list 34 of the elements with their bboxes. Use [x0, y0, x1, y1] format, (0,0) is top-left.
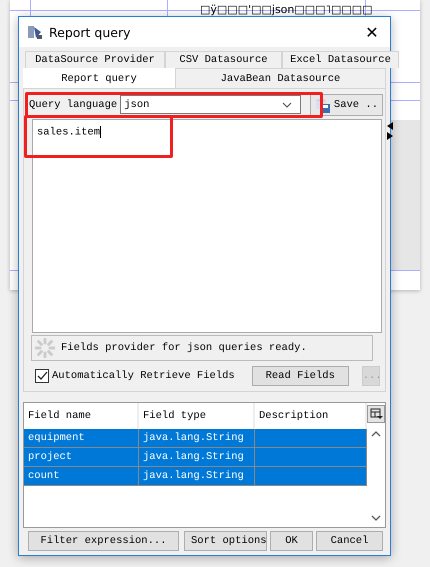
tab[interactable]: Excel Datasource	[282, 51, 399, 68]
dialog-button[interactable]: Filter expression...	[28, 531, 179, 551]
query-language-dropdown[interactable]: json	[120, 95, 301, 114]
dialog-button[interactable]: Cancel	[316, 531, 383, 551]
tab[interactable]: CSV Datasource	[165, 51, 282, 68]
table-cell: count	[24, 467, 139, 485]
tab[interactable]: JavaBean Datasource	[175, 68, 386, 88]
floppy-disk-icon	[314, 96, 331, 112]
table-cell: java.lang.String	[139, 467, 255, 485]
spinner-icon	[35, 338, 55, 358]
table-cell: equipment	[24, 429, 139, 447]
tab[interactable]: Report query	[23, 68, 175, 88]
tab[interactable]: DataSource Provider	[25, 51, 165, 68]
query-text: sales.item	[37, 126, 100, 139]
table-cell: project	[24, 448, 139, 466]
dialog-button[interactable]: OK	[270, 531, 313, 551]
close-button[interactable]: ✕	[354, 17, 390, 47]
scroll-up-icon[interactable]	[371, 431, 381, 437]
app-icon	[27, 24, 43, 40]
chevron-down-icon	[282, 102, 292, 108]
report-header-text: □ÿ□□□'□□json□□□˥□□□□	[200, 3, 373, 16]
table-cell: java.lang.String	[139, 448, 255, 466]
checkbox-label: Automatically Retrieve Fields	[52, 370, 235, 382]
read-fields-button[interactable]: Read Fields	[252, 366, 349, 386]
checkbox[interactable]	[35, 369, 49, 383]
split-arrows-icon[interactable]	[387, 121, 393, 141]
scroll-down-icon[interactable]	[371, 515, 381, 521]
table-cell: java.lang.String	[139, 429, 255, 447]
save-button[interactable]: Save ..	[310, 94, 383, 116]
status-text: Fields provider for json queries ready.	[61, 342, 307, 354]
query-language-label: Query language	[29, 98, 118, 110]
window-title: Report query	[49, 24, 132, 40]
dialog-button[interactable]: Sort options	[184, 531, 267, 551]
column-chooser-icon[interactable]	[367, 405, 385, 423]
